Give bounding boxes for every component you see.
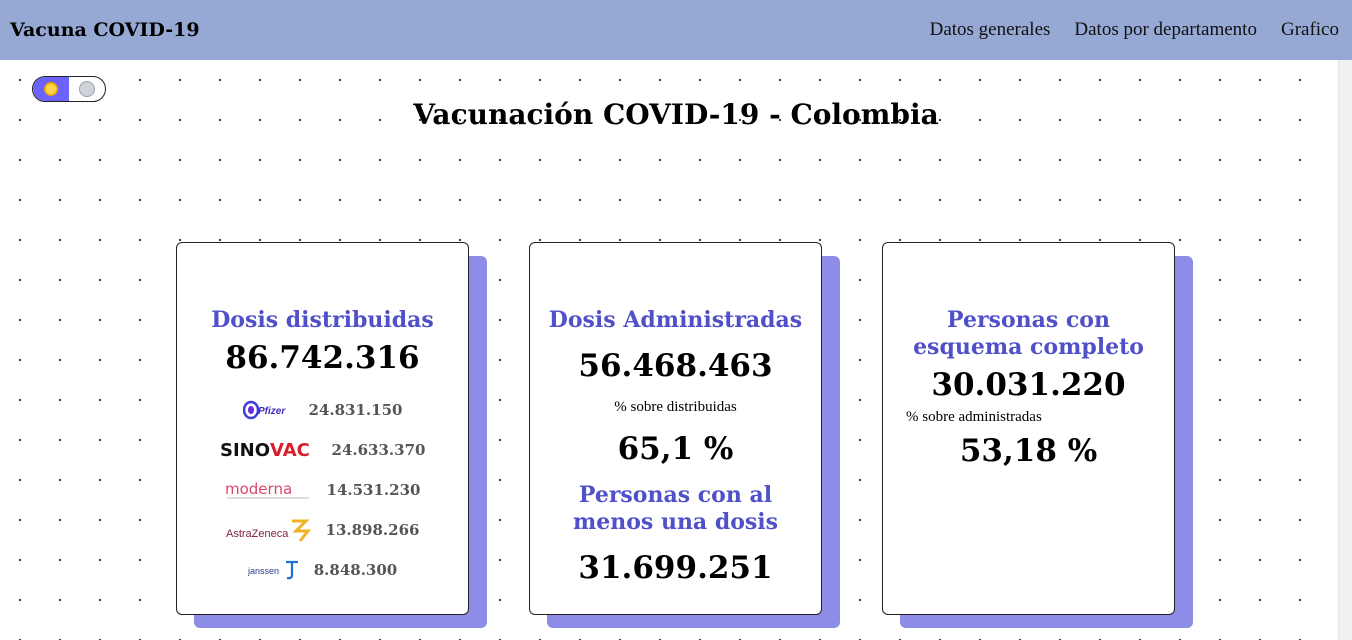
astrazeneca-logo: AstraZeneca bbox=[226, 517, 312, 543]
card-value: 86.742.316 bbox=[225, 340, 420, 376]
svg-text:AstraZeneca: AstraZeneca bbox=[226, 528, 289, 540]
janssen-logo: janssen bbox=[248, 559, 300, 581]
brand-row-pfizer: Pfizer 24.831.150 bbox=[177, 396, 468, 424]
card-dosis-administradas: Dosis Administradas 56.468.463 % sobre d… bbox=[529, 242, 841, 628]
card-label-secondary: Personas con al menos una dosis bbox=[572, 482, 779, 535]
brand-value: 24.633.370 bbox=[331, 441, 426, 459]
svg-text:VAC: VAC bbox=[270, 440, 310, 461]
percent-label: % sobre distribuidas bbox=[614, 399, 737, 415]
brand-row-janssen: janssen 8.848.300 bbox=[177, 556, 468, 584]
moon-icon bbox=[79, 81, 95, 97]
card-body: Dosis distribuidas 86.742.316 Pfizer 24.… bbox=[176, 242, 469, 615]
brand-value: 8.848.300 bbox=[313, 561, 398, 579]
svg-text:moderna: moderna bbox=[225, 480, 292, 498]
brand-value: 13.898.266 bbox=[325, 521, 420, 539]
card-body: Personas con esquema completo 30.031.220… bbox=[882, 242, 1175, 615]
svg-text:SINO: SINO bbox=[220, 440, 270, 461]
svg-text:janssen: janssen bbox=[248, 566, 279, 576]
card-dosis-distribuidas: Dosis distribuidas 86.742.316 Pfizer 24.… bbox=[176, 242, 488, 628]
moderna-logo: moderna bbox=[225, 479, 313, 501]
card-value-secondary: 31.699.251 bbox=[578, 550, 773, 586]
percent-label: % sobre administradas bbox=[906, 409, 1042, 425]
card-body: Dosis Administradas 56.468.463 % sobre d… bbox=[529, 242, 822, 615]
card-label: Dosis Administradas bbox=[548, 307, 803, 333]
navbar: Vacuna COVID-19 Datos generales Datos po… bbox=[0, 0, 1352, 60]
brand-row-astrazeneca: AstraZeneca 13.898.266 bbox=[177, 516, 468, 544]
nav-link-datos-generales[interactable]: Datos generales bbox=[930, 19, 1051, 41]
brand-row-moderna: moderna 14.531.230 bbox=[177, 476, 468, 504]
card-value: 56.468.463 bbox=[578, 348, 773, 384]
pfizer-logo: Pfizer bbox=[242, 399, 295, 421]
brand-title[interactable]: Vacuna COVID-19 bbox=[10, 19, 200, 41]
card-label: Personas con esquema completo bbox=[913, 307, 1144, 360]
brand-value: 24.831.150 bbox=[308, 401, 403, 419]
sinovac-logo: SINO VAC bbox=[220, 439, 318, 461]
brand-row-sinovac: SINO VAC 24.633.370 bbox=[177, 436, 468, 464]
card-label: Dosis distribuidas bbox=[211, 307, 434, 333]
nav-link-datos-por-departamento[interactable]: Datos por departamento bbox=[1074, 19, 1257, 41]
nav-link-grafico[interactable]: Grafico bbox=[1281, 19, 1339, 41]
percent-value: 53,18 % bbox=[959, 433, 1098, 469]
card-esquema-completo: Personas con esquema completo 30.031.220… bbox=[882, 242, 1194, 628]
svg-text:Pfizer: Pfizer bbox=[258, 406, 286, 417]
brand-value: 14.531.230 bbox=[326, 481, 421, 499]
page-scrollbar[interactable] bbox=[1338, 60, 1352, 640]
nav-links: Datos generales Datos por departamento G… bbox=[930, 19, 1339, 41]
card-value: 30.031.220 bbox=[931, 367, 1126, 403]
page-title: Vacunación COVID-19 - Colombia bbox=[413, 98, 939, 131]
percent-value: 65,1 % bbox=[617, 431, 734, 467]
sun-icon bbox=[43, 81, 59, 97]
